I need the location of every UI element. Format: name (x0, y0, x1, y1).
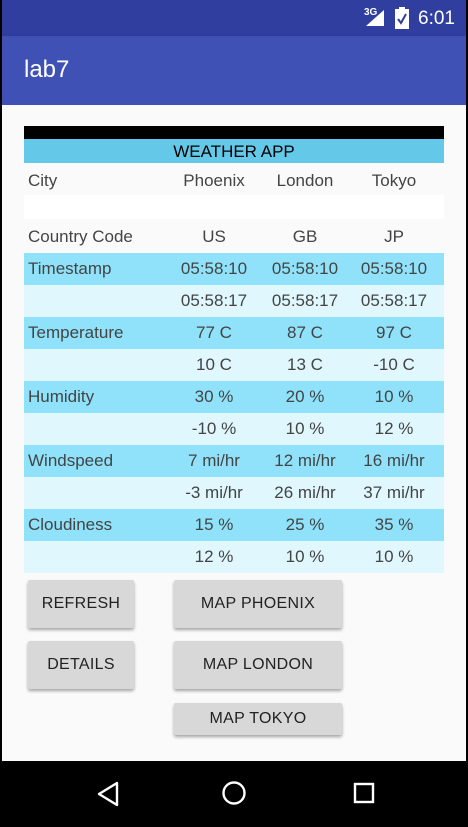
city-row: City Phoenix London Tokyo (24, 165, 444, 197)
app-title: lab7 (24, 56, 70, 83)
value-london: 25 % (285, 515, 325, 534)
value-tokyo: 10 % (374, 387, 414, 406)
value-phoenix: -3 mi/hr (185, 483, 243, 502)
country-code-phoenix: US (202, 227, 226, 246)
value-london: 05:58:10 (271, 259, 339, 278)
value-london: 87 C (287, 323, 323, 342)
value-tokyo: 35 % (374, 515, 414, 534)
value-london: 13 C (287, 355, 323, 374)
table-row: Temperature 77 C 87 C 97 C (24, 317, 444, 349)
value-tokyo: 05:58:10 (360, 259, 428, 278)
value-phoenix: -10 % (191, 419, 237, 438)
value-tokyo: 97 C (376, 323, 412, 342)
value-phoenix: 10 C (196, 355, 232, 374)
table-row: Windspeed 7 mi/hr 12 mi/hr 16 mi/hr (24, 445, 444, 477)
value-tokyo: -10 C (373, 355, 415, 374)
table-row: 05:58:17 05:58:17 05:58:17 (24, 285, 444, 317)
row-label: Humidity (28, 387, 95, 406)
weather-app-header: WEATHER APP (24, 139, 444, 163)
home-icon[interactable] (221, 780, 247, 806)
value-london: 12 mi/hr (274, 451, 336, 470)
value-london: 10 % (285, 547, 325, 566)
map-london-button[interactable]: MAP LONDON (174, 641, 342, 689)
value-phoenix: 05:58:17 (180, 291, 248, 310)
value-phoenix: 15 % (194, 515, 234, 534)
navigation-bar (2, 761, 466, 827)
main-content: WEATHER APP City Phoenix London Tokyo Co… (2, 105, 466, 761)
value-tokyo: 37 mi/hr (363, 483, 425, 502)
row-label: Windspeed (28, 451, 114, 470)
country-code-label: Country Code (28, 227, 133, 246)
value-tokyo: 12 % (374, 419, 414, 438)
app-bar: lab7 (2, 36, 466, 105)
table-row: Cloudiness 15 % 25 % 35 % (24, 509, 444, 541)
table-row: 12 % 10 % 10 % (24, 541, 444, 573)
row-label: Timestamp (28, 259, 112, 278)
value-london: 20 % (285, 387, 325, 406)
value-london: 05:58:17 (271, 291, 339, 310)
value-tokyo: 10 % (374, 547, 414, 566)
battery-icon (395, 7, 409, 29)
country-code-row: Country Code US GB JP (24, 221, 444, 253)
table-row: -3 mi/hr 26 mi/hr 37 mi/hr (24, 477, 444, 509)
status-bar: 3G 6:01 (2, 0, 466, 36)
country-code-london: GB (292, 227, 318, 246)
refresh-button[interactable]: REFRESH (28, 580, 134, 628)
city-london: London (276, 171, 334, 190)
table-row: -10 % 10 % 12 % (24, 413, 444, 445)
map-tokyo-button[interactable]: MAP TOKYO (174, 703, 342, 735)
value-phoenix: 05:58:10 (180, 259, 248, 278)
recent-apps-icon[interactable] (353, 782, 375, 804)
value-tokyo: 16 mi/hr (363, 451, 425, 470)
row-label: Cloudiness (28, 515, 113, 534)
table-row: Timestamp 05:58:10 05:58:10 05:58:10 (24, 253, 444, 285)
clock: 6:01 (418, 8, 455, 29)
spacer-row (24, 195, 444, 219)
value-phoenix: 7 mi/hr (188, 451, 240, 470)
table-row: 10 C 13 C -10 C (24, 349, 444, 381)
android-screen: 3G 6:01 lab7 WEATHER APP City Phoenix Lo… (2, 0, 466, 827)
row-label: Temperature (28, 323, 124, 342)
table-row: Humidity 30 % 20 % 10 % (24, 381, 444, 413)
details-button[interactable]: DETAILS (28, 641, 134, 689)
value-phoenix: 12 % (194, 547, 234, 566)
value-phoenix: 77 C (196, 323, 232, 342)
city-tokyo: Tokyo (371, 171, 417, 190)
city-phoenix: Phoenix (183, 171, 245, 190)
value-tokyo: 05:58:17 (360, 291, 428, 310)
value-london: 26 mi/hr (274, 483, 336, 502)
map-phoenix-button[interactable]: MAP PHOENIX (174, 580, 342, 628)
city-label: City (28, 171, 58, 190)
value-phoenix: 30 % (194, 387, 234, 406)
value-london: 10 % (285, 419, 325, 438)
country-code-tokyo: JP (384, 227, 404, 246)
signal-icon (366, 10, 384, 26)
back-icon[interactable] (96, 781, 120, 807)
table-top-border (24, 126, 444, 139)
